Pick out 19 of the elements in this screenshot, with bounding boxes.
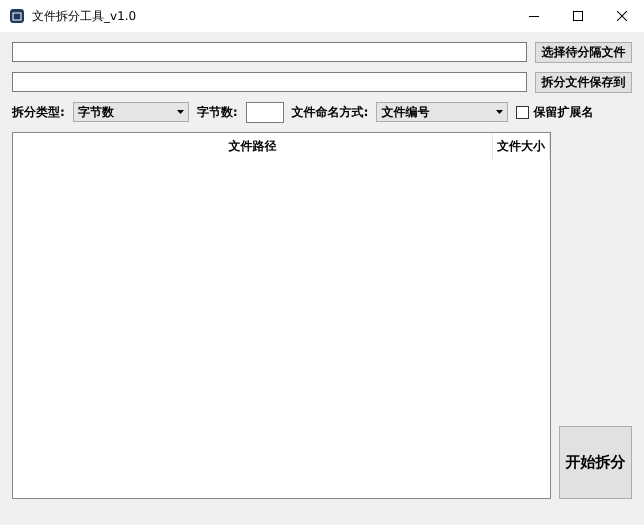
keep-extension-checkbox[interactable] [516,106,530,118]
caret-icon [176,110,184,114]
naming-label: 文件命名方式: [292,104,368,120]
split-type-dropdown[interactable]: 字节数 [72,102,189,122]
save-to-button[interactable]: 拆分文件保存到 [535,72,632,92]
source-file-field[interactable] [12,42,527,62]
naming-dropdown[interactable]: 文件编号 [376,102,508,122]
caret-icon [496,110,504,114]
maximize-icon [573,11,583,21]
byte-count-field[interactable] [246,102,284,122]
close-icon [617,11,627,21]
output-folder-field[interactable] [12,72,527,92]
byte-count-label: 字节数: [196,104,238,120]
split-type-label: 拆分类型: [12,104,65,120]
app-icon [10,9,24,23]
start-split-button[interactable]: 开始拆分 [559,426,632,499]
choose-file-button[interactable]: 选择待分隔文件 [535,42,632,62]
window-title: 文件拆分工具_v1.0 [32,8,138,24]
keep-extension-label: 保留扩展名 [533,104,594,120]
